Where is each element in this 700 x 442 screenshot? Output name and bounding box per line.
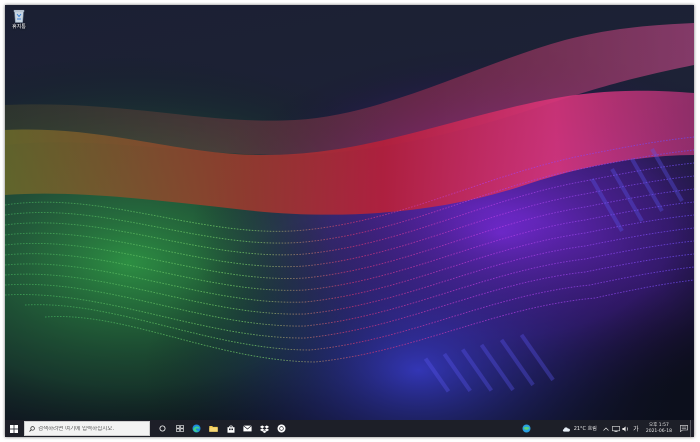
start-button[interactable] xyxy=(5,420,23,437)
cortana-circle-icon xyxy=(159,425,166,432)
desktop-icon-recycle-bin[interactable]: 휴지통 xyxy=(8,9,30,39)
dropbox-icon xyxy=(260,424,269,433)
cloud-icon xyxy=(562,426,571,432)
taskbar-cortana-button[interactable] xyxy=(154,420,171,437)
notification-icon xyxy=(679,425,688,432)
taskbar-edge-button[interactable] xyxy=(188,420,205,437)
taskbar-store-button[interactable] xyxy=(222,420,239,437)
show-hidden-icons-button[interactable] xyxy=(601,420,611,437)
taskbar-task-view-button[interactable] xyxy=(171,420,188,437)
speaker-icon xyxy=(622,425,628,432)
system-tray: 21°C 흐림 가 오후 1:57 2021-06-18 xyxy=(520,420,694,437)
task-view-icon xyxy=(175,425,184,432)
input-language-indicator[interactable]: 가 xyxy=(631,420,641,437)
edge-icon xyxy=(192,424,201,433)
taskbar-chrome-button[interactable] xyxy=(273,420,290,437)
taskbar-search-box[interactable] xyxy=(24,421,150,436)
screen: 휴지통 검색하려면 여기에 입력하십시오. 21°C 흐림 가 오후 1:57 … xyxy=(5,5,694,437)
weather-widget[interactable]: 21°C 흐림 xyxy=(558,420,601,437)
windows-logo-icon xyxy=(10,424,18,433)
volume-button[interactable] xyxy=(621,420,631,437)
chevron-up-icon xyxy=(603,427,609,431)
desktop-wallpaper[interactable]: 휴지통 xyxy=(5,5,694,420)
show-desktop-button[interactable] xyxy=(690,420,694,437)
browser-globe-icon xyxy=(522,424,531,433)
folder-icon xyxy=(209,426,218,432)
store-bag-icon xyxy=(227,425,234,433)
taskbar-clock[interactable]: 오후 1:57 2021-06-18 xyxy=(641,420,677,437)
tray-pinned-browser-button[interactable] xyxy=(520,420,534,437)
search-icon xyxy=(29,425,35,432)
notification-center-button[interactable] xyxy=(677,420,690,437)
weather-text: 21°C 흐림 xyxy=(573,426,597,432)
taskbar-mail-button[interactable] xyxy=(239,420,256,437)
mail-icon xyxy=(243,425,252,432)
clock-date: 2021-06-18 xyxy=(645,428,672,434)
taskbar-dropbox-button[interactable] xyxy=(256,420,273,437)
search-input[interactable] xyxy=(38,425,138,432)
taskbar: 21°C 흐림 가 오후 1:57 xyxy=(5,420,694,437)
taskbar-file-explorer-button[interactable] xyxy=(205,420,222,437)
chrome-icon xyxy=(277,424,286,433)
network-icon xyxy=(611,425,620,432)
network-button[interactable] xyxy=(611,420,621,437)
recycle-bin-icon xyxy=(13,9,25,23)
desktop-icon-label: 휴지통 xyxy=(12,24,26,30)
